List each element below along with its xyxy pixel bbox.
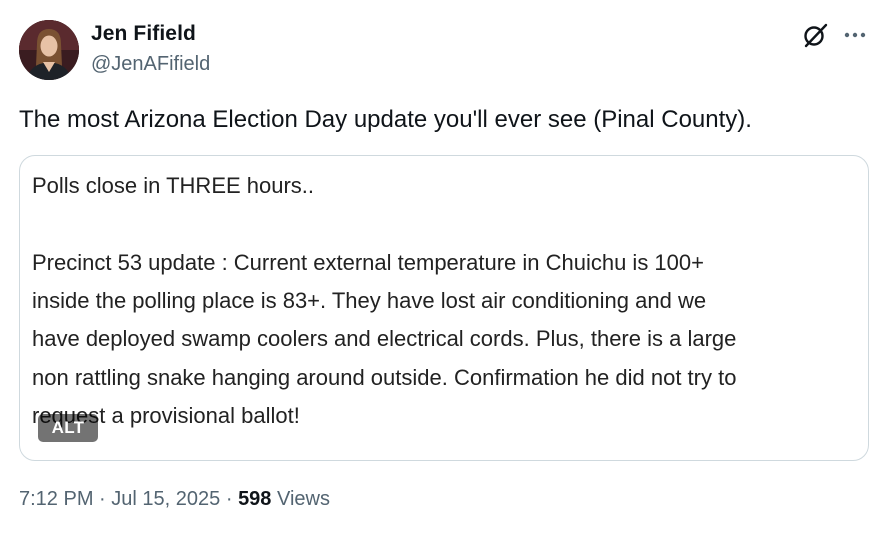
tweet-media-image[interactable]: Polls close in THREE hours.. Precinct 53…: [19, 155, 869, 461]
media-text-line: Polls close in THREE hours..: [32, 173, 315, 198]
tweet-meta: 7:12 PM · Jul 15, 2025 · 598 Views: [19, 488, 330, 511]
views-count: 598: [238, 488, 272, 510]
views-label: Views: [277, 488, 330, 510]
media-text-line: non rattling snake hanging around outsid…: [32, 365, 737, 390]
tweet-date: Jul 15, 2025: [111, 488, 221, 510]
author-display-name[interactable]: Jen Fifield: [91, 22, 196, 46]
avatar-photo: [19, 20, 79, 80]
alt-text-badge[interactable]: ALT: [38, 414, 98, 442]
tweet-views[interactable]: 598 Views: [238, 488, 330, 510]
more-options-icon[interactable]: [842, 20, 868, 50]
media-text-line: Precinct 53 update : Current external te…: [32, 250, 704, 275]
tweet-timestamp[interactable]: 7:12 PM · Jul 15, 2025: [19, 488, 220, 510]
author-handle[interactable]: @JenAFifield: [91, 53, 210, 76]
media-text-line: inside the polling place is 83+. They ha…: [32, 288, 707, 313]
media-text-line: have deployed swamp coolers and electric…: [32, 326, 737, 351]
meta-separator: ·: [225, 488, 233, 510]
grok-icon[interactable]: [800, 20, 830, 50]
author-avatar[interactable]: [19, 20, 79, 80]
meta-separator: ·: [99, 488, 106, 510]
tweet-text: The most Arizona Election Day update you…: [19, 106, 752, 133]
tweet-time: 7:12 PM: [19, 488, 94, 510]
